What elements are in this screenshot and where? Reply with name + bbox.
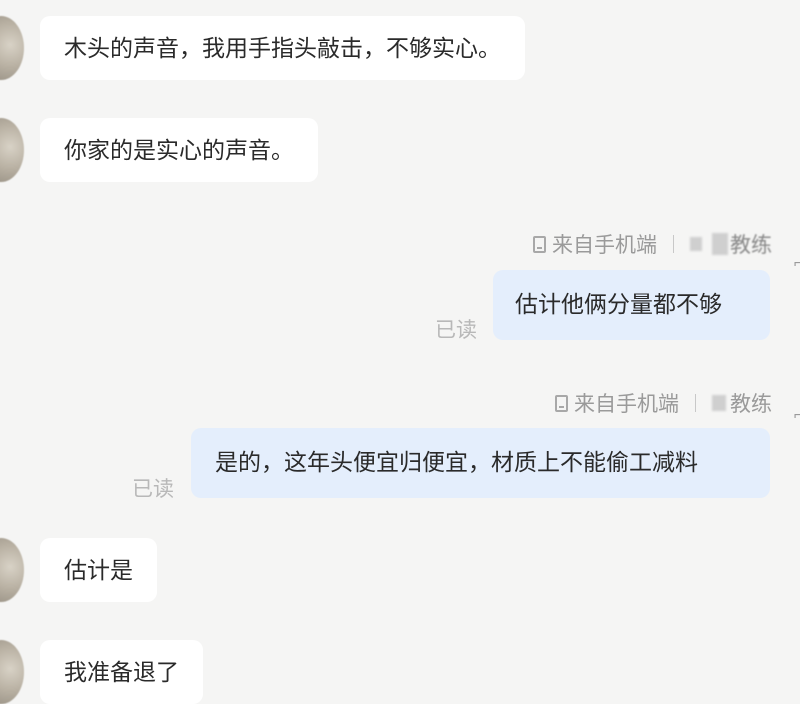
source-label: 来自手机端 [574, 392, 679, 416]
message-bubble[interactable]: 木头的声音，我用手指头敲击，不够实心。 [40, 16, 525, 80]
divider [695, 394, 696, 412]
avatar[interactable] [0, 538, 24, 602]
redacted-name-mosaic [712, 395, 726, 411]
edge-glyph: ⌐ [793, 408, 800, 424]
message-meta: 来自手机端 教练 [533, 229, 772, 259]
message-text: 是的，这年头便宜归便宜，材质上不能偷工减料 [215, 450, 698, 476]
message-meta: 来自手机端 教练 [555, 388, 772, 418]
message-text: 木头的声音，我用手指头敲击，不够实心。 [64, 36, 501, 62]
read-status: 已读 [435, 318, 477, 342]
redacted-name-mosaic [712, 233, 728, 255]
message-text: 你家的是实心的声音。 [64, 138, 294, 164]
divider [673, 235, 674, 253]
phone-icon [533, 235, 546, 253]
message-bubble[interactable]: 是的，这年头便宜归便宜，材质上不能偷工减料 [191, 428, 770, 498]
message-text: 我准备退了 [64, 660, 179, 686]
message-bubble[interactable]: 估计是 [40, 538, 157, 602]
sender-name: 教练 [730, 392, 772, 416]
redacted-name-mosaic [690, 237, 702, 251]
source-label: 来自手机端 [552, 233, 657, 257]
message-text: 估计他俩分量都不够 [515, 292, 722, 318]
avatar[interactable] [0, 118, 24, 182]
message-bubble[interactable]: 估计他俩分量都不够 [493, 270, 770, 340]
sender-name: 教练 [730, 233, 772, 257]
message-text: 估计是 [64, 558, 133, 584]
read-status: 已读 [132, 477, 174, 501]
message-bubble[interactable]: 我准备退了 [40, 640, 203, 704]
avatar[interactable] [0, 16, 24, 80]
phone-icon [555, 394, 568, 412]
avatar[interactable] [0, 640, 24, 704]
message-bubble[interactable]: 你家的是实心的声音。 [40, 118, 318, 182]
edge-glyph: ⌐ [793, 256, 800, 272]
